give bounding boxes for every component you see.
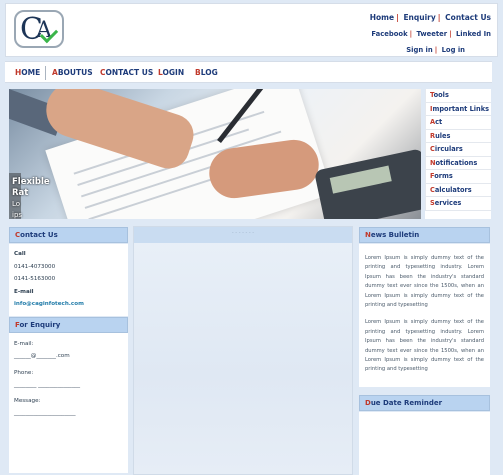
top-link-enquiry[interactable]: Enquiry [403,13,435,22]
side-menu-important-links[interactable]: Important Links [425,102,491,116]
side-menu-label: Important Links [430,104,490,113]
nav-login[interactable]: LOGIN [158,68,184,77]
email-label: E-mail [14,288,34,295]
side-menu-label: Services [430,199,462,207]
news-bulletin-panel: Lorem Ipsum is simply dummy text of the … [359,244,490,387]
main-nav: HOME ABOUTUS CONTACT US LOGIN BLOG [5,61,492,83]
side-menu-label: Circulars [430,145,463,153]
enquiry-form: E-mail: ______@_______.com Phone: ______… [9,333,128,473]
nav-home[interactable]: HOME [15,68,40,77]
side-menu-label: Notifications [430,158,478,167]
side-menu-label: Rules [430,131,451,140]
center-panel-title: - - - - - - - [231,230,255,236]
side-menu-calculators[interactable]: Calculators [425,183,491,197]
top-link-home[interactable]: Home [370,13,394,22]
news-paragraph-1: Lorem Ipsum is simply dummy text of the … [365,255,484,309]
enquiry-email-label: E-mail: [14,341,34,347]
news-heading: News Bulletin [359,227,490,243]
email-link[interactable]: info@caginfotech.com [14,298,123,311]
enquiry-email-field[interactable]: ______@_______.com [14,353,70,359]
due-date-panel [359,412,490,475]
side-menu-label: Act [430,118,443,126]
banner-caption-line3: Lo [12,200,21,208]
side-menu-act[interactable]: Act [425,116,491,130]
side-menu-forms[interactable]: Forms [425,170,491,184]
top-link-tweeter[interactable]: Tweeter [416,30,447,38]
enquiry-message-label: Message: [14,398,41,404]
nav-contact-us[interactable]: CONTACT US [100,68,153,77]
phone-number-2: 0141-5163000 [14,276,56,282]
enquiry-phone-label: Phone: [14,370,34,376]
signin-link[interactable]: Sign in [406,46,432,54]
call-label: Call [14,251,26,257]
side-menu-label: Calculators [430,185,472,194]
side-menu-rules[interactable]: Rules [425,129,491,143]
banner-caption-line4: ips [12,211,23,219]
banner-caption: Flexible Rat Lo ips [12,177,50,219]
hero-banner: Flexible Rat Lo ips [9,89,421,219]
contact-panel: Call 0141-4073000 0141-5163000 E-mail in… [9,244,128,316]
side-menu-label: Forms [430,172,453,180]
news-paragraph-2: Lorem Ipsum is simply dummy text of the … [365,319,484,373]
banner-caption-title: Flexible [12,177,50,187]
logo[interactable]: C A [14,10,64,48]
banner-caption-line2: Rat [12,188,29,198]
contact-heading: Contact Us [9,227,128,243]
top-link-linkedin[interactable]: Linked In [456,30,491,38]
nav-aboutus[interactable]: ABOUTUS [52,68,93,77]
nav-blog[interactable]: BLOG [195,68,218,77]
header: C A Home | Enquiry | Contact Us Facebook | … [5,3,498,57]
side-menu-services[interactable]: Services [425,197,491,211]
top-link-facebook[interactable]: Facebook [371,30,407,38]
center-content-panel: - - - - - - - [133,226,353,475]
side-menu-notifications[interactable]: Notifications [425,156,491,170]
top-link-contact[interactable]: Contact Us [445,13,491,22]
due-date-heading: Due Date Reminder [359,395,490,411]
enquiry-message-field[interactable]: ______________________ [14,410,76,416]
nav-divider [45,66,46,80]
phone-number-1: 0141-4073000 [14,263,56,270]
side-menu-circulars[interactable]: Circulars [425,143,491,157]
enquiry-heading: For Enquiry [9,317,128,333]
side-menu: Tools Important Links Act Rules Circular… [425,89,491,219]
side-menu-tools[interactable]: Tools [425,89,491,103]
banner-calculator [313,148,421,219]
top-links: Home | Enquiry | Contact Us Facebook | Twee… [369,13,491,54]
enquiry-phone-field[interactable]: ________ _______________ [14,382,80,388]
login-link[interactable]: Log in [442,46,465,54]
side-menu-label: Tools [430,91,449,99]
